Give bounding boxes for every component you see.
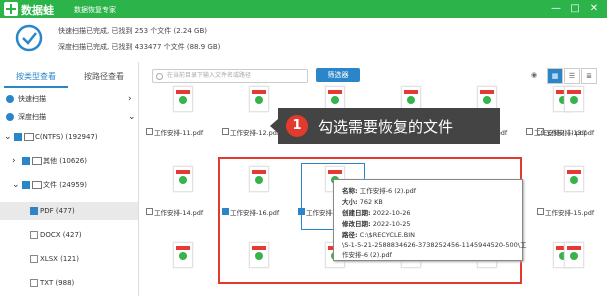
pdf-file-icon (564, 166, 584, 192)
search-input[interactable]: 在当前目录下输入文件名或路径 (152, 69, 308, 83)
chevron-right-icon[interactable]: › (12, 152, 16, 170)
quick-scan-status: 快速扫描已完成, 已找到 253 个文件 (2.24 GB) (58, 27, 207, 35)
file-item[interactable]: 工作安排-13.pdf (537, 82, 607, 142)
pdf-file-icon (564, 86, 584, 112)
tt-size: 大小: 762 KB (342, 198, 383, 206)
file-item[interactable]: 工作安排-14.pdf (146, 162, 216, 222)
tt-created: 创建日期: 2022-10-26 (342, 209, 411, 217)
deep-scan-radio[interactable] (6, 113, 14, 121)
preview-eye-icon[interactable]: ◉ (527, 68, 541, 82)
pdf-file-icon (249, 86, 269, 112)
file-checkbox[interactable] (146, 128, 153, 135)
file-name: 工作安排-14.pdf (154, 209, 204, 217)
tt-name: 名称: 工作安排-6 (2).pdf (342, 187, 417, 195)
tree-label: 其他 (10626) (43, 157, 87, 165)
folder-icon (32, 157, 42, 165)
chevron-down-icon[interactable]: ⌄ (12, 176, 20, 194)
callout-arrow (270, 119, 278, 133)
tree-other[interactable]: › 其他 (10626) (0, 152, 138, 170)
tree-label: XLSX (121) (40, 255, 79, 263)
file-name: 工作安排-15.pdf (545, 209, 595, 217)
other-checkbox[interactable] (22, 157, 30, 165)
tab-by-type[interactable]: 按类型查看 (4, 68, 68, 88)
pdf-file-icon (173, 166, 193, 192)
deep-scan-status: 深度扫描已完成, 已找到 433477 个文件 (88.9 GB) (58, 43, 221, 51)
tree-label: C(NTFS) (192947) (35, 133, 98, 141)
callout-text: 勾选需要恢复的文件 (318, 118, 454, 136)
maximize-icon[interactable]: □ (568, 2, 582, 16)
pdf-file-icon (564, 242, 584, 268)
tree-docx[interactable]: DOCX (427) (0, 226, 138, 244)
tree-label: 文件 (24959) (43, 181, 87, 189)
close-icon[interactable]: ✕ (587, 2, 601, 16)
chevron-down-icon[interactable]: ⌄ (4, 128, 12, 146)
chevron-down-icon[interactable]: ⌄ (128, 108, 136, 126)
file-name: 工作安排-11.pdf (154, 129, 204, 137)
tab-by-path[interactable]: 按路径查看 (72, 68, 136, 86)
file-item[interactable] (146, 238, 216, 298)
xlsx-checkbox[interactable] (30, 255, 38, 263)
left-panel: 按类型查看 按路径查看 快速扫描 › 深度扫描 ⌄ ⌄ C(NTFS) (192… (0, 62, 139, 296)
tree-label: TXT (988) (40, 279, 75, 287)
tree-label: 快速扫描 (18, 95, 46, 103)
pdf-checkbox[interactable] (30, 207, 38, 215)
tree-drive[interactable]: ⌄ C(NTFS) (192947) (0, 128, 138, 146)
tt-path-3: 作安排-6 (2).pdf (342, 251, 392, 259)
file-item[interactable]: 工作安排-15.pdf (537, 162, 607, 222)
tree-docs[interactable]: ⌄ 文件 (24959) (0, 176, 138, 194)
pdf-file-icon (173, 242, 193, 268)
quick-scan-radio[interactable] (6, 95, 14, 103)
file-item[interactable] (537, 238, 607, 298)
file-checkbox[interactable] (526, 128, 533, 135)
tt-path: 路径: C:\$RECYCLE.BIN (342, 231, 415, 239)
docx-checkbox[interactable] (30, 231, 38, 239)
tree-xlsx[interactable]: XLSX (121) (0, 250, 138, 268)
file-name: 工作安排-13.pdf (545, 129, 595, 137)
app-name: 数据蛙 (21, 4, 54, 17)
pdf-file-icon (173, 86, 193, 112)
tree-pdf[interactable]: PDF (477) (0, 202, 138, 220)
tt-modified: 修改日期: 2022-10-25 (342, 220, 411, 228)
app-subtitle: 数据恢复专家 (74, 6, 116, 14)
folder-icon (32, 181, 42, 189)
chevron-right-icon[interactable]: › (128, 90, 132, 108)
file-item[interactable]: 工作安排-11.pdf (146, 82, 216, 142)
title-bar: 数据蛙 数据恢复专家 — □ ✕ (0, 0, 607, 18)
tree-label: DOCX (427) (40, 231, 82, 239)
txt-checkbox[interactable] (30, 279, 38, 287)
file-checkbox[interactable] (537, 128, 544, 135)
tree-txt[interactable]: TXT (988) (0, 274, 138, 292)
tree-label: PDF (477) (40, 207, 75, 215)
scan-status: 快速扫描已完成, 已找到 253 个文件 (2.24 GB) 深度扫描已完成, … (0, 18, 607, 60)
file-checkbox[interactable] (146, 208, 153, 215)
tree-deep-scan[interactable]: 深度扫描 ⌄ (0, 108, 138, 126)
search-placeholder: 在当前目录下输入文件名或路径 (167, 72, 252, 79)
scan-complete-icon (15, 24, 43, 52)
tree-quick-scan[interactable]: 快速扫描 › (0, 90, 138, 108)
tt-path-2: \S-1-5-21-2588834626-3738252456-11459445… (342, 241, 527, 249)
file-info-tooltip: 名称: 工作安排-6 (2).pdf 大小: 762 KB 创建日期: 2022… (333, 179, 527, 261)
file-checkbox[interactable] (537, 208, 544, 215)
filter-button[interactable]: 筛选器 (316, 68, 360, 82)
app-logo (4, 2, 18, 16)
docs-checkbox[interactable] (22, 181, 30, 189)
search-icon (156, 73, 163, 80)
drive-checkbox[interactable] (14, 133, 22, 141)
minimize-icon[interactable]: — (549, 2, 563, 16)
file-checkbox[interactable] (222, 128, 229, 135)
instruction-callout: 1 勾选需要恢复的文件 (278, 108, 500, 144)
step-number: 1 (286, 115, 308, 137)
drive-icon (24, 133, 34, 141)
tree-label: 深度扫描 (18, 113, 46, 121)
